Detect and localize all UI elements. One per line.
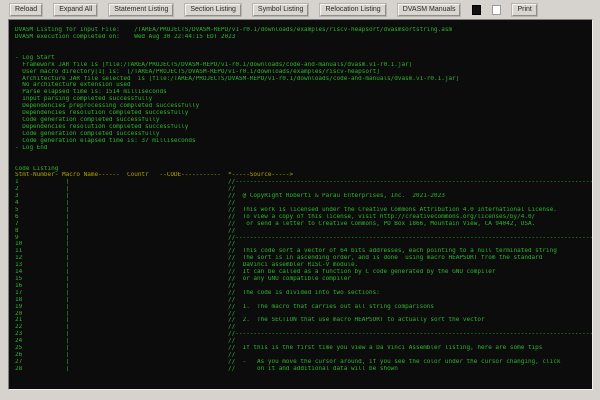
log-line: Dependencies resolution completed succes… xyxy=(15,110,592,117)
listing-line: 16 | // xyxy=(15,283,592,290)
log-line: Input parsing completed successfully xyxy=(15,96,592,103)
listing-line: 7 | // or send a letter to Creative Comm… xyxy=(15,221,592,228)
terminal-listing-view: DVASM Listing for Input File: /TAREA/PRO… xyxy=(8,19,593,390)
log-line: Architecture JAR file selected is [file:… xyxy=(15,76,592,83)
listing-line: 9 | //----------------------------------… xyxy=(15,235,592,242)
listing-line: 25 | // If this is the first time you vi… xyxy=(15,345,592,352)
toolbar-button-relocation-listing[interactable]: Relocation Listing xyxy=(320,4,385,16)
listing-line: 5 | // This work is licensed under the C… xyxy=(15,207,592,214)
code-listing-lines: 1 | //----------------------------------… xyxy=(15,179,592,372)
listing-line: 1 | //----------------------------------… xyxy=(15,179,592,186)
toolbar-button-symbol-listing[interactable]: Symbol Listing xyxy=(253,4,309,16)
listing-line: 20 | // xyxy=(15,311,592,318)
log-line: Code generation completed successfully xyxy=(15,131,592,138)
toolbar-button-expand-all[interactable]: Expand All xyxy=(54,4,97,16)
log-line: - Log End xyxy=(15,145,592,152)
listing-line: 3 | // @ CopyRight Roberti & Parau Enter… xyxy=(15,193,592,200)
log-line: Code generation completed successfully xyxy=(15,117,592,124)
execution-log: - Log Start Framework JAR file is [file:… xyxy=(15,55,592,152)
listing-line: 4 | // xyxy=(15,200,592,207)
listing-line: 18 | // xyxy=(15,297,592,304)
color-swatch-black[interactable] xyxy=(472,5,481,15)
listing-line: 2 | // xyxy=(15,186,592,193)
toolbar: Reload Expand All Statement Listing Section… xyxy=(0,0,600,19)
listing-line: 28 | // on it and additional data will b… xyxy=(15,366,592,373)
header-line: DVASM execution completed on: Wed Aug 30… xyxy=(15,34,592,41)
listing-line: 8 | // xyxy=(15,228,592,235)
listing-line: 24 | // xyxy=(15,338,592,345)
log-line: Code generation elapsed time is: 37 mill… xyxy=(15,138,592,145)
listing-line: 17 | // The code is divided into two sec… xyxy=(15,290,592,297)
listing-line: 13 | // DaVinci assembler RISC-V module. xyxy=(15,262,592,269)
listing-line: 12 | // The sort is in ascending order, … xyxy=(15,255,592,262)
log-line: Dependencies resolution completed succes… xyxy=(15,124,592,131)
code-listing-title: Code Listing xyxy=(15,166,592,173)
log-line: Parse elapsed time is: 1514 milliseconds xyxy=(15,89,592,96)
toolbar-button-dvasm-manuals[interactable]: DVASM Manuals xyxy=(398,4,461,16)
print-button[interactable]: Print xyxy=(512,4,536,16)
toolbar-button-section-listing[interactable]: Section Listing xyxy=(185,4,241,16)
listing-line: 26 | // xyxy=(15,352,592,359)
listing-line: 14 | // It can be called as a function b… xyxy=(15,269,592,276)
listing-line: 27 | // - As you move the cursor around,… xyxy=(15,359,592,366)
listing-header: DVASM Listing for Input File: /TAREA/PRO… xyxy=(15,27,592,41)
log-line: Dependencies preprocessing completed suc… xyxy=(15,103,592,110)
listing-line: 19 | // 1. The macro that carries out al… xyxy=(15,304,592,311)
listing-line: 15 | // or any GNU compatible compiler xyxy=(15,276,592,283)
log-line: No architecture extension used xyxy=(15,82,592,89)
color-swatch-white[interactable] xyxy=(492,5,501,15)
log-line: - Log Start xyxy=(15,55,592,62)
header-line: DVASM Listing for Input File: /TAREA/PRO… xyxy=(15,27,592,34)
log-line: User macro directory[1] is: [/TAREA/PROJ… xyxy=(15,69,592,76)
listing-line: 23 | //---------------------------------… xyxy=(15,331,592,338)
listing-line: 10 | // xyxy=(15,241,592,248)
toolbar-button-reload[interactable]: Reload xyxy=(10,4,42,16)
toolbar-button-statement-listing[interactable]: Statement Listing xyxy=(109,4,173,16)
code-listing: Code Listing Stmt-Number- Macro Name----… xyxy=(15,166,592,373)
toolbar-button-group: Reload Expand All Statement Listing Section… xyxy=(10,4,472,16)
listing-line: 22 | // xyxy=(15,324,592,331)
listing-line: 6 | // To view a copy of this license, v… xyxy=(15,214,592,221)
listing-line: 21 | // 2. The SECTION that use macro HE… xyxy=(15,317,592,324)
listing-line: 11 | // This code sort a vector of 64 bi… xyxy=(15,248,592,255)
log-line: Framework JAR file is [file:/TAREA/PROJE… xyxy=(15,62,592,69)
code-listing-column-header: Stmt-Number- Macro Name------ Countr --C… xyxy=(15,172,592,179)
